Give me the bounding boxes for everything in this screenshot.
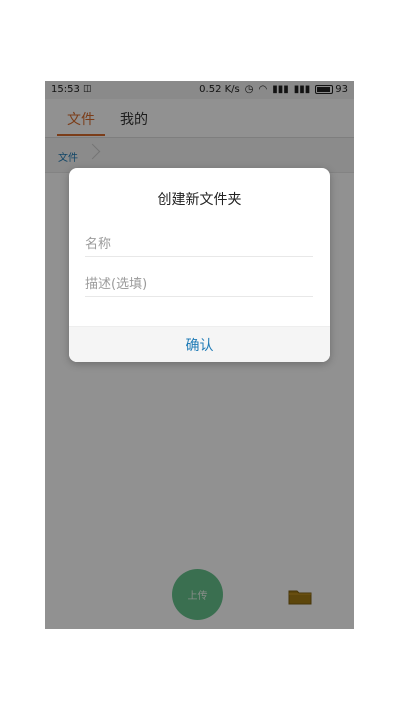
confirm-button[interactable]: 确认 xyxy=(69,326,330,362)
phone-screen: 15:53 ◫ 0.52 K/s ◷ ◠ ▮▮▮ ▮▮▮ 93 文件 我的 文件… xyxy=(45,81,354,629)
folder-name-placeholder: 名称 xyxy=(85,236,112,252)
create-folder-dialog: 创建新文件夹 名称 描述(选填) 确认 xyxy=(69,168,330,362)
confirm-label: 确认 xyxy=(185,337,214,354)
description-field[interactable]: 描述(选填) xyxy=(85,268,313,297)
folder-name-field[interactable]: 名称 xyxy=(85,228,313,257)
description-placeholder: 描述(选填) xyxy=(85,276,148,292)
dialog-title: 创建新文件夹 xyxy=(157,192,242,208)
